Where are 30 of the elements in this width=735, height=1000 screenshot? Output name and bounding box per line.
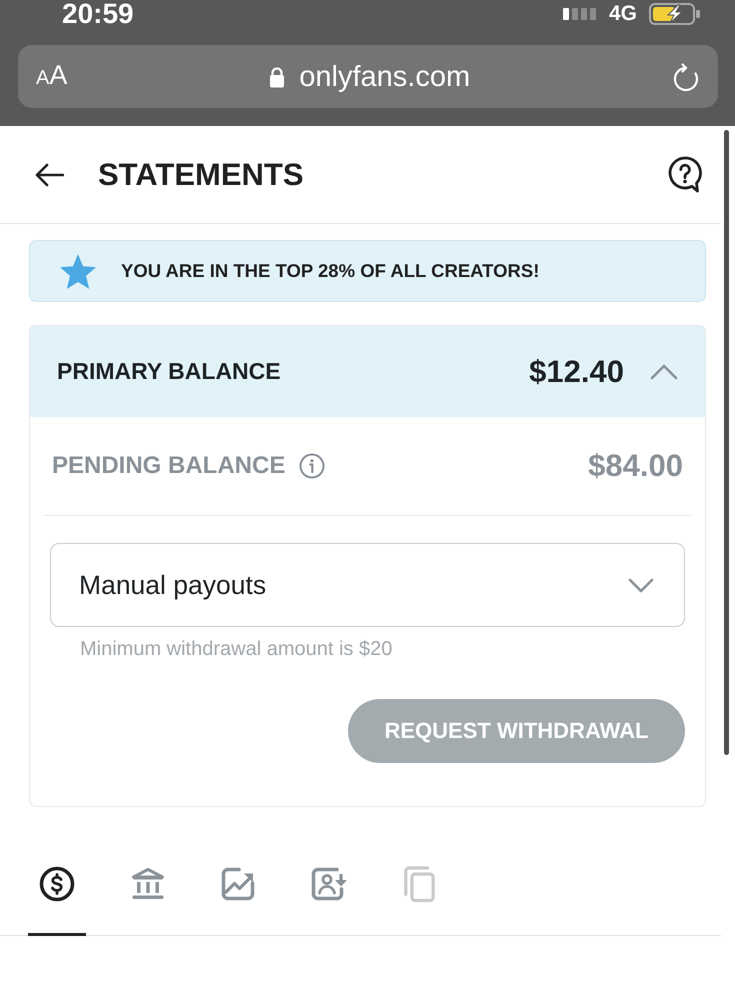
help-icon[interactable] — [668, 156, 702, 193]
lock-icon — [269, 66, 286, 88]
page-title: STATEMENTS — [98, 156, 304, 192]
chevron-down-icon — [628, 578, 654, 592]
pending-label: PENDING BALANCE — [52, 452, 286, 480]
back-arrow-icon[interactable] — [35, 162, 64, 186]
chevron-up-icon[interactable] — [650, 362, 678, 382]
signal-icon — [562, 8, 597, 20]
contact-arrow-icon — [310, 866, 348, 902]
url-text: onlyfans.com — [299, 60, 470, 94]
star-icon — [60, 254, 96, 288]
scrollbar[interactable] — [724, 130, 729, 755]
status-time: 20:59 — [62, 0, 134, 28]
balance-header[interactable]: PRIMARY BALANCE $12.40 — [30, 326, 705, 417]
balance-amount: $12.40 — [529, 354, 624, 390]
withdrawal-hint: Minimum withdrawal amount is $20 — [80, 637, 392, 661]
info-icon[interactable] — [299, 453, 326, 479]
dollar-circle-icon — [39, 866, 75, 902]
address-bar[interactable]: AA onlyfans.com — [18, 45, 718, 108]
balance-title: PRIMARY BALANCE — [57, 358, 281, 385]
bank-icon — [130, 867, 166, 901]
network-label: 4G — [608, 3, 637, 25]
payout-select[interactable]: Manual payouts — [50, 543, 685, 627]
pending-amount: $84.00 — [588, 448, 683, 484]
battery-icon — [649, 3, 701, 25]
rank-text: YOU ARE IN THE TOP 28% OF ALL CREATORS! — [121, 260, 540, 282]
text-size-button[interactable]: AA — [36, 60, 68, 93]
reload-icon[interactable] — [672, 62, 700, 92]
trend-chart-icon — [220, 866, 256, 902]
copy-icon — [402, 865, 436, 903]
